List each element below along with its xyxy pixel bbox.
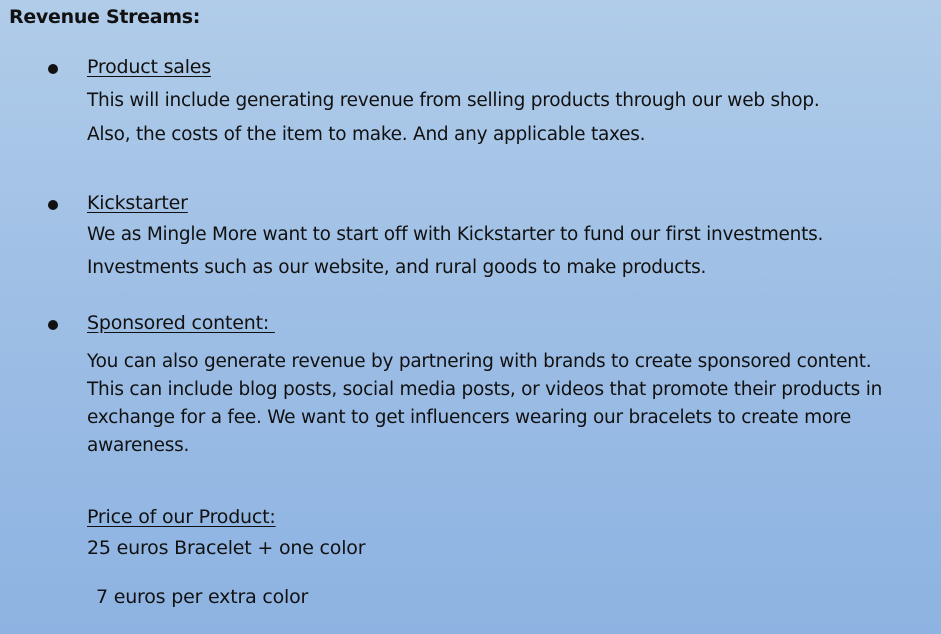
kickstarter-line-1: We as Mingle More want to start off with… — [87, 224, 824, 245]
sponsored-content-line-2: This can include blog posts, social medi… — [87, 379, 883, 400]
sponsored-content-line-1: You can also generate revenue by partner… — [87, 351, 872, 372]
sponsored-content-line-4: awareness. — [87, 435, 190, 456]
bullet-product-sales — [48, 64, 58, 74]
price-line-bracelet: 25 euros Bracelet + one color — [87, 537, 366, 559]
price-title: Price of our Product: — [87, 506, 276, 528]
sponsored-content-title: Sponsored content: — [87, 312, 275, 334]
bullet-sponsored-content — [48, 320, 58, 330]
kickstarter-title: Kickstarter — [87, 192, 188, 214]
price-line-extra-color: 7 euros per extra color — [96, 586, 309, 608]
sponsored-content-line-3: exchange for a fee. We want to get influ… — [87, 407, 851, 428]
product-sales-line-2: Also, the costs of the item to make. And… — [87, 124, 646, 145]
product-sales-line-1: This will include generating revenue fro… — [87, 90, 820, 111]
product-sales-title: Product sales — [87, 56, 211, 78]
revenue-streams-heading: Revenue Streams: — [9, 6, 201, 28]
bullet-kickstarter — [48, 200, 58, 210]
kickstarter-line-2: Investments such as our website, and rur… — [87, 257, 707, 278]
